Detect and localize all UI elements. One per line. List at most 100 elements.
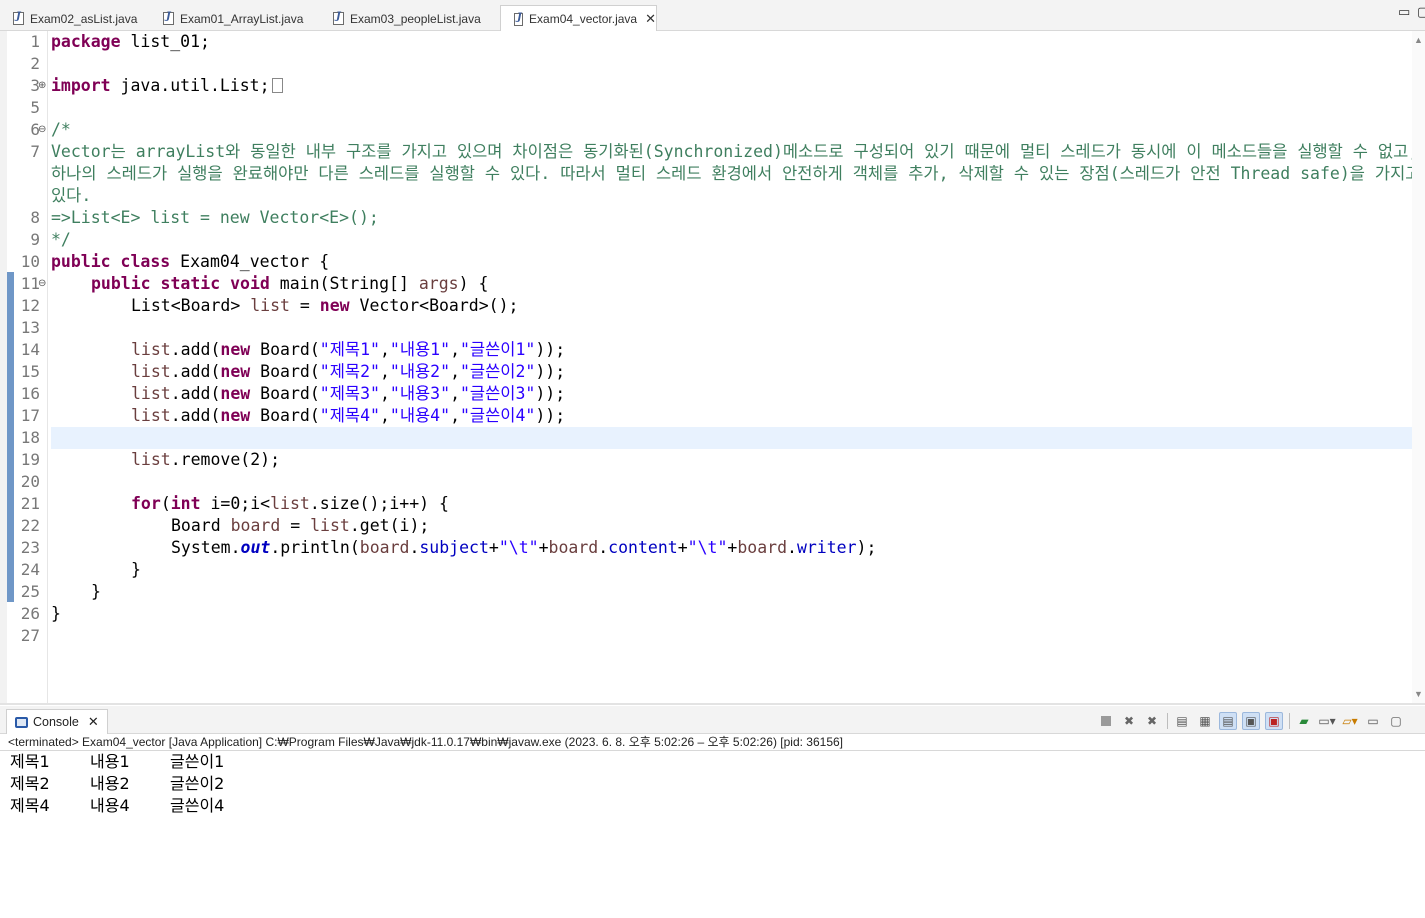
editor-tab-bar: Exam02_asList.java Exam01_ArrayList.java… [0, 0, 1425, 32]
code-line-16: list.add(new Board("제목3","내용3","글쓴이3")); [131, 384, 566, 403]
code-line-8: =>List<E> list = new Vector<E>(); [51, 208, 379, 227]
console-tab-bar: Console ✕ ✖ ✖ ▤ ▦ ▤ ▣ ▣ ▰ ▭▾ ▱▾ ▭ ▢ [0, 706, 1425, 734]
console-output[interactable]: 제목1 내용1 글쓴이1 제목2 내용2 글쓴이2 제목4 내용4 글쓴이4 [0, 750, 1425, 918]
minimize-icon[interactable]: ▭ [1364, 712, 1382, 730]
word-wrap-icon[interactable]: ▤ [1219, 712, 1237, 730]
tab-exam04-vector[interactable]: Exam04_vector.java ✕ [500, 5, 657, 32]
remove-launch-icon[interactable]: ✖ [1120, 712, 1138, 730]
code-line-7c: 있다. [51, 186, 92, 205]
code-line-25: } [91, 582, 101, 601]
scroll-down-icon[interactable]: ▼ [1414, 689, 1423, 699]
java-file-icon [163, 11, 174, 25]
line-number: 15 [20, 362, 40, 381]
code-line-15: list.add(new Board("제목2","내용2","글쓴이2")); [131, 362, 566, 381]
tab-exam02-aslist[interactable]: Exam02_asList.java [0, 6, 137, 31]
line-number: 20 [20, 472, 40, 491]
output-writer: 글쓴이1 [170, 752, 225, 771]
scroll-up-icon[interactable]: ▲ [1414, 35, 1423, 45]
line-number: 10 [20, 252, 40, 271]
line-number: 5 [30, 98, 40, 117]
folded-imports-box[interactable] [271, 78, 283, 93]
close-icon[interactable]: ✕ [88, 714, 99, 730]
tab-exam03-peoplelist[interactable]: Exam03_peopleList.java [320, 6, 481, 31]
code-line-21: for(int i=0;i<list.size();i++) { [131, 494, 449, 513]
output-content: 내용2 [90, 774, 130, 793]
toolbar-separator [1289, 713, 1290, 729]
output-title: 제목2 [10, 774, 50, 793]
output-writer: 글쓴이2 [170, 774, 225, 793]
java-file-icon [13, 11, 24, 25]
line-number: 25 [20, 582, 40, 601]
line-number: 1 [30, 32, 40, 51]
terminate-icon[interactable] [1097, 712, 1115, 730]
code-line-19: list.remove(2); [131, 450, 281, 469]
maximize-icon[interactable]: ▢ [1387, 712, 1405, 730]
line-number: 26 [20, 604, 40, 623]
console-toolbar: ✖ ✖ ▤ ▦ ▤ ▣ ▣ ▰ ▭▾ ▱▾ ▭ ▢ [1092, 712, 1405, 730]
console-icon [15, 716, 28, 728]
display-selected-console-icon[interactable]: ▭▾ [1318, 712, 1336, 730]
collapse-fold-icon[interactable]: ⊖ [38, 119, 48, 141]
output-writer: 글쓴이4 [170, 796, 225, 815]
line-number: 6 [30, 120, 40, 139]
tab-label: Exam04_vector.java [529, 12, 638, 26]
line-number: 22 [20, 516, 40, 535]
code-line-7a: Vector는 arrayList와 동일한 내부 구조를 가지고 있으며 차이… [51, 142, 1419, 161]
line-number: 8 [30, 208, 40, 227]
annotation-ruler [0, 31, 7, 703]
line-number: 18 [20, 428, 40, 447]
remove-all-terminated-icon[interactable]: ✖ [1143, 712, 1161, 730]
line-number: 13 [20, 318, 40, 337]
tab-console[interactable]: Console ✕ [6, 709, 108, 734]
tab-label: Exam03_peopleList.java [350, 11, 481, 26]
line-number: 12 [20, 296, 40, 315]
code-line-22: Board board = list.get(i); [171, 516, 430, 535]
expand-fold-icon[interactable]: ⊕ [38, 75, 48, 97]
output-content: 내용4 [90, 796, 130, 815]
code-line-12: List<Board> list = new Vector<Board>(); [131, 296, 519, 315]
current-line-highlight [51, 427, 1412, 449]
change-indicator [7, 272, 14, 602]
collapse-fold-icon[interactable]: ⊖ [38, 273, 48, 295]
line-number: 14 [20, 340, 40, 359]
tab-exam01-arraylist[interactable]: Exam01_ArrayList.java [150, 6, 303, 31]
pin-console-icon[interactable]: ▰ [1295, 712, 1313, 730]
tab-label: Exam02_asList.java [30, 11, 138, 26]
line-number: 16 [20, 384, 40, 403]
line-number: 11 [20, 274, 40, 293]
output-title: 제목4 [10, 796, 50, 815]
code-line-17: list.add(new Board("제목4","내용4","글쓴이4")); [131, 406, 566, 425]
output-title: 제목1 [10, 752, 50, 771]
maximize-icon[interactable]: ▢ [1417, 4, 1425, 20]
line-number: 21 [20, 494, 40, 513]
code-line-24: } [131, 560, 141, 579]
code-line-9: */ [51, 230, 71, 249]
close-icon[interactable]: ✕ [645, 11, 656, 27]
clear-console-icon[interactable]: ▤ [1173, 712, 1191, 730]
editor-bottom-border [0, 703, 1425, 705]
code-line-3: import java.util.List; [51, 75, 283, 97]
line-number: 23 [20, 538, 40, 557]
line-number: 17 [20, 406, 40, 425]
java-file-icon [514, 12, 524, 26]
minimize-icon[interactable]: ▭ [1398, 4, 1410, 20]
line-number: 7 [30, 142, 40, 161]
code-line-7b: 하나의 스레드가 실행을 완료해야만 다른 스레드를 실행할 수 있다. 따라서… [51, 164, 1421, 183]
show-on-stderr-icon[interactable]: ▣ [1265, 712, 1283, 730]
line-number: 9 [30, 230, 40, 249]
editor-vertical-scrollbar[interactable]: ▲ ▼ [1412, 31, 1425, 703]
code-line-23: System.out.println(board.subject+"\t"+bo… [171, 538, 877, 557]
code-line-6: /* [51, 120, 71, 139]
open-console-icon[interactable]: ▱▾ [1341, 712, 1359, 730]
output-content: 내용1 [90, 752, 130, 771]
line-number: 19 [20, 450, 40, 469]
console-status-line: <terminated> Exam04_vector [Java Applica… [8, 735, 844, 749]
line-number: 3 [30, 76, 40, 95]
line-number: 27 [20, 626, 40, 645]
code-line-14: list.add(new Board("제목1","내용1","글쓴이1")); [131, 340, 566, 359]
tab-label: Exam01_ArrayList.java [180, 11, 304, 26]
code-editor[interactable]: 1 2 3 5 6 7 8 9 10 11 12 13 14 15 16 17 … [0, 31, 1425, 703]
line-number: 24 [20, 560, 40, 579]
scroll-lock-icon[interactable]: ▦ [1196, 712, 1214, 730]
show-on-stdout-icon[interactable]: ▣ [1242, 712, 1260, 730]
